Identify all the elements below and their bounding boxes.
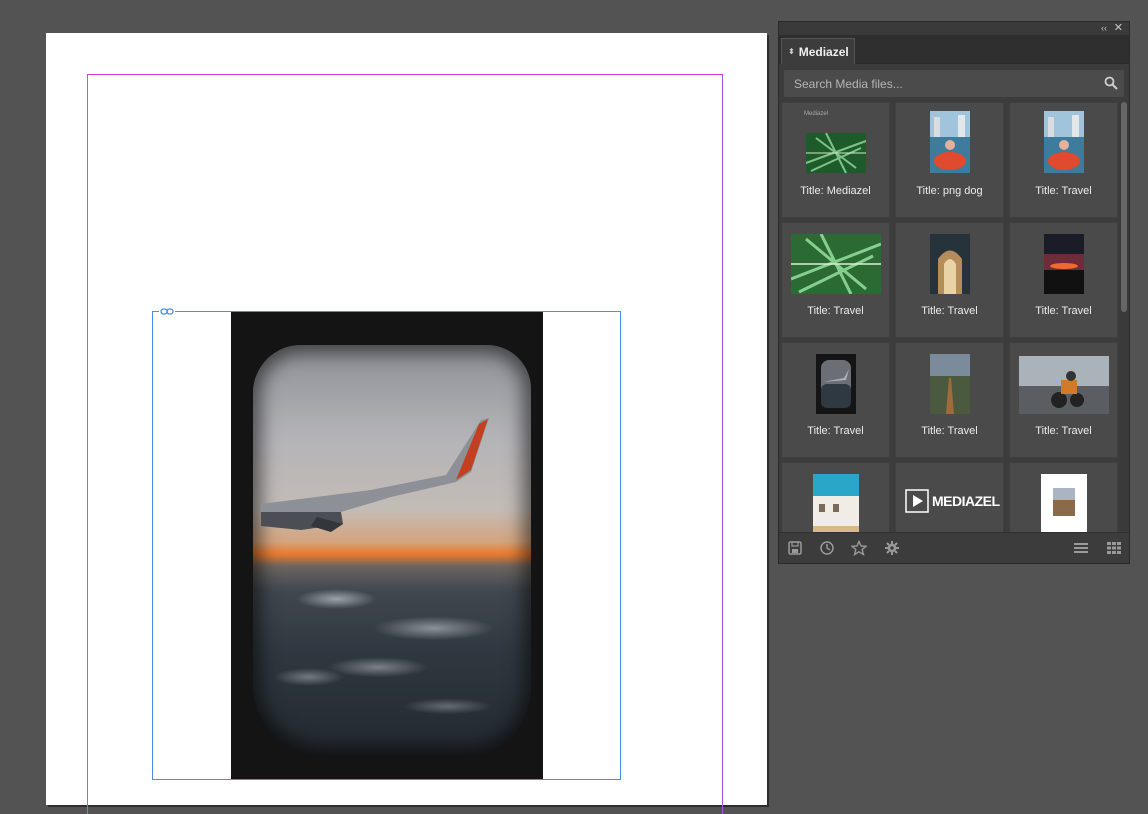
- media-grid: Mediazel Title: Mediazel Title: png dog: [781, 102, 1118, 533]
- search-icon[interactable]: [1104, 76, 1118, 90]
- road-thumbnail-icon: [929, 354, 970, 414]
- grid-view-icon[interactable]: [1106, 540, 1122, 556]
- media-item-title: Title: Travel: [807, 305, 864, 317]
- media-item[interactable]: Title: Travel: [895, 342, 1004, 458]
- arch-corridor-thumbnail-icon: [929, 234, 970, 294]
- image-frame[interactable]: [152, 307, 621, 780]
- media-item-title: Title: Travel: [1035, 425, 1092, 437]
- thumb-caption: Mediazel: [804, 111, 829, 117]
- tab-mediazel[interactable]: ⬍ Mediazel: [781, 38, 855, 64]
- media-item-title: Title: Travel: [921, 305, 978, 317]
- close-panel-icon[interactable]: ✕: [1114, 22, 1123, 35]
- document-page[interactable]: [46, 33, 767, 814]
- palm-leaf-thumbnail-icon: [805, 133, 866, 173]
- gear-icon[interactable]: [884, 540, 900, 556]
- sunset-thumbnail-icon: [1043, 234, 1084, 294]
- logo-text: MEDIAZEL: [932, 493, 1000, 509]
- collapse-panel-icon[interactable]: ‹‹: [1101, 22, 1107, 35]
- media-item[interactable]: Title: Travel: [1009, 222, 1118, 338]
- star-icon[interactable]: [851, 540, 867, 556]
- mediazel-logo-thumbnail-icon: MEDIAZEL: [905, 489, 1000, 513]
- wing-shape: [261, 418, 489, 532]
- media-item[interactable]: [781, 462, 890, 533]
- media-item[interactable]: Title: png dog: [895, 102, 1004, 218]
- save-icon[interactable]: [787, 540, 803, 556]
- media-item[interactable]: Title: Travel: [1009, 102, 1118, 218]
- media-item-title: Title: png dog: [916, 185, 983, 197]
- link-icon[interactable]: [159, 307, 175, 316]
- media-grid-area: Mediazel Title: Mediazel Title: png dog: [781, 102, 1129, 533]
- media-item[interactable]: Mediazel Title: Mediazel: [781, 102, 890, 218]
- media-item[interactable]: [1009, 462, 1118, 533]
- kayak-city-thumbnail-icon: [929, 111, 970, 173]
- airplane-window-photo: [231, 312, 543, 779]
- media-item[interactable]: Title: Travel: [1009, 342, 1118, 458]
- history-icon[interactable]: [819, 540, 835, 556]
- media-item[interactable]: Title: Travel: [895, 222, 1004, 338]
- search-input[interactable]: [784, 76, 1104, 91]
- kayak-city-thumbnail-icon: [1043, 111, 1084, 173]
- media-item-title: Title: Mediazel: [800, 185, 871, 197]
- grid-scrollbar[interactable]: [1119, 102, 1129, 533]
- palm-leaf-thumbnail-icon: [790, 234, 881, 294]
- tab-strip: ⬍ Mediazel: [779, 36, 1129, 64]
- media-item-title: Title: Travel: [1035, 185, 1092, 197]
- airplane-window-thumbnail-icon: [815, 354, 856, 414]
- media-item-title: Title: Travel: [1035, 305, 1092, 317]
- play-icon: [905, 489, 929, 513]
- sort-arrows-icon: ⬍: [788, 47, 795, 56]
- media-item-title: Title: Travel: [921, 425, 978, 437]
- motorcycle-thumbnail-icon: [1018, 356, 1109, 414]
- building-thumbnail-icon: [812, 474, 859, 533]
- tab-label: Mediazel: [798, 44, 849, 59]
- panel-toolbar: [779, 532, 1129, 563]
- framed-road-thumbnail-icon: [1040, 474, 1087, 533]
- search-row: [779, 64, 1129, 102]
- media-item[interactable]: MEDIAZEL: [895, 462, 1004, 533]
- list-view-icon[interactable]: [1073, 540, 1089, 556]
- mediazel-panel: ‹‹ ✕ ⬍ Mediazel Mediazel T: [778, 21, 1130, 564]
- search-box: [784, 70, 1124, 97]
- scroll-thumb[interactable]: [1121, 102, 1127, 312]
- media-item[interactable]: Title: Travel: [781, 342, 890, 458]
- media-item[interactable]: Title: Travel: [781, 222, 890, 338]
- panel-topbar: ‹‹ ✕: [779, 22, 1129, 36]
- media-item-title: Title: Travel: [807, 425, 864, 437]
